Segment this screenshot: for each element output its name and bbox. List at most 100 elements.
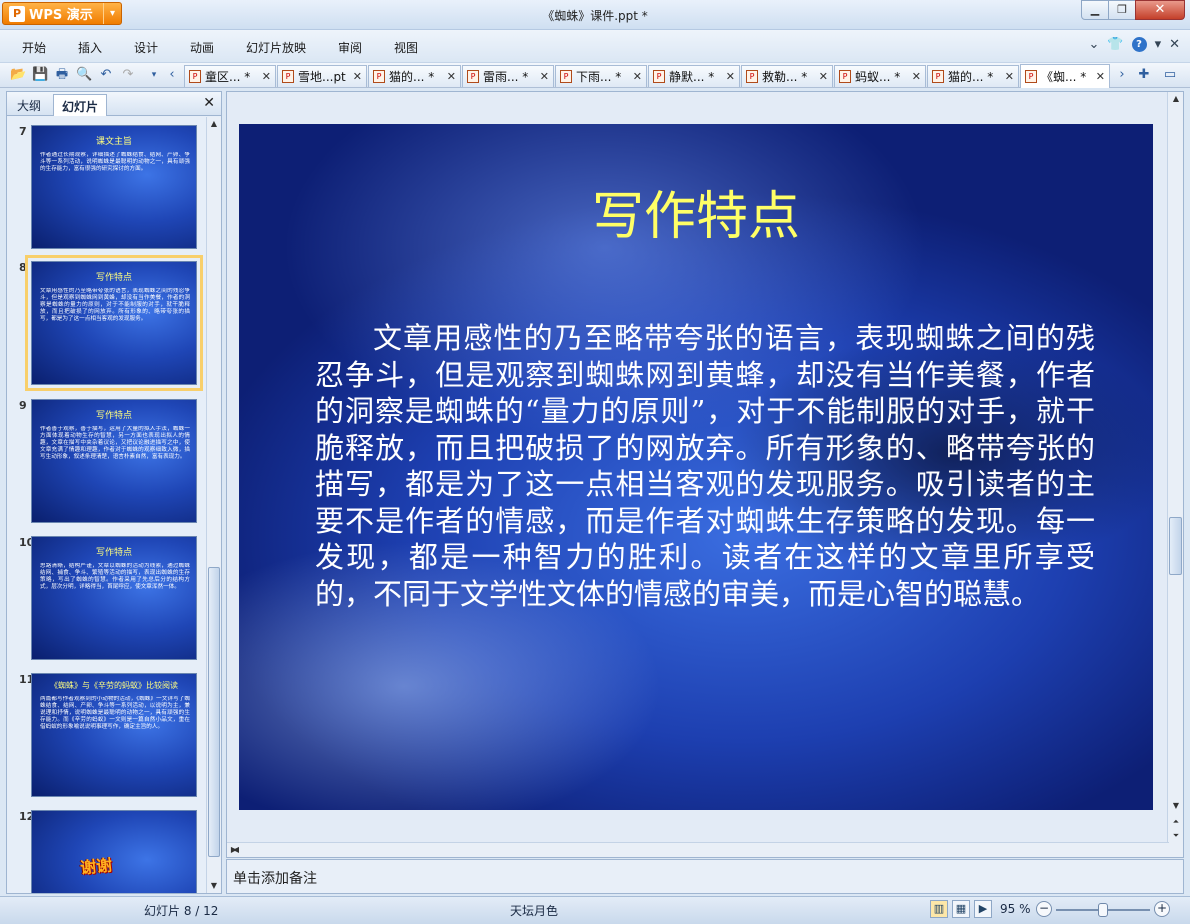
menu-animation[interactable]: 动画 (190, 39, 214, 56)
tab-scroll-right-icon[interactable]: › (1114, 67, 1130, 83)
tab-close-icon[interactable]: ✕ (443, 70, 456, 83)
save-icon[interactable]: 💾 (32, 67, 48, 83)
horizontal-scrollbar[interactable]: ◀ ▶ (227, 842, 1169, 857)
maximize-button[interactable]: ❐ (1108, 0, 1136, 20)
tab-close-icon[interactable]: ✕ (1092, 70, 1105, 83)
slide-title[interactable]: 写作特点 (239, 174, 1153, 249)
thank-you-wordart: 谢谢 (79, 855, 114, 878)
thumbnail-number: 8 (19, 261, 27, 274)
scrollbar-thumb[interactable] (1169, 517, 1182, 575)
slides-panel: 大纲 幻灯片 ✕ 7 课文主旨 作者通过长期观察，详细描述了蜘蛛结食、结网、产卵… (6, 91, 222, 894)
tab-close-icon[interactable]: ✕ (722, 70, 735, 83)
slide-thumbnail-7[interactable]: 课文主旨 作者通过长期观察，详细描述了蜘蛛结食、结网、产卵、争斗等一系列活动，说… (31, 125, 197, 249)
redo-icon[interactable]: ↷ (120, 67, 136, 83)
scroll-down-icon[interactable]: ▼ (207, 879, 221, 893)
doc-tab-5[interactable]: P 下雨... * ✕ (555, 65, 647, 87)
doc-tab-3[interactable]: P 猫的... * ✕ (368, 65, 461, 87)
ppt-file-icon: P (746, 70, 758, 83)
doc-tab-2[interactable]: P 雪地...pt ✕ (277, 65, 367, 87)
notes-pane[interactable]: 单击添加备注 (226, 859, 1184, 894)
tab-close-icon[interactable]: ✕ (908, 70, 921, 83)
status-bar: 幻灯片 8 / 12 天坛月色 ▥ ▦ ▶ 95 % − + (0, 896, 1190, 924)
slide-thumbnail-8[interactable]: 写作特点 文章用感性的乃至略带夸张的语言，表现蜘蛛之间的残忍争斗，但是观察到蜘蛛… (25, 255, 203, 391)
thumbnail-number: 7 (19, 125, 27, 138)
menu-design[interactable]: 设计 (134, 39, 158, 56)
tab-close-icon[interactable]: ✕ (629, 70, 642, 83)
tab-list-icon[interactable]: ▭ (1162, 67, 1178, 83)
slide-thumbnail-12[interactable]: 谢谢 (31, 810, 197, 893)
window-title: 《蜘蛛》课件.ppt * (542, 9, 648, 23)
thumbnail-body: 两篇都写作者观察到的小动物的活动，《蜘蛛》一文详写了蜘蛛结食、结网、产卵、争斗等… (40, 696, 190, 730)
thumbnail-list: 7 课文主旨 作者通过长期观察，详细描述了蜘蛛结食、结网、产卵、争斗等一系列活动… (7, 117, 205, 893)
ppt-file-icon: P (1025, 70, 1037, 83)
undo-icon[interactable]: ↶ (98, 67, 114, 83)
menu-slideshow[interactable]: 幻灯片放映 (246, 39, 306, 56)
vertical-scrollbar[interactable]: ▲ ▼ ⏶ ⏷ (1167, 92, 1183, 857)
menu-home[interactable]: 开始 (22, 39, 46, 56)
slide-editor: 写作特点 文章用感性的乃至略带夸张的语言，表现蜘蛛之间的残忍争斗，但是观察到蜘蛛… (226, 91, 1184, 858)
close-doc-icon[interactable]: ✕ (1169, 37, 1180, 52)
slide-thumbnail-10[interactable]: 写作特点 思路清晰，结构严谨，文章以蜘蛛的活动为线索，通过蜘蛛结网、捕食、争斗、… (31, 536, 197, 660)
doc-tab-7[interactable]: P 救勒... * ✕ (741, 65, 833, 87)
thumbnail-title: 写作特点 (95, 273, 132, 283)
menu-insert[interactable]: 插入 (78, 39, 102, 56)
customize-toolbar-icon[interactable]: ▾ (146, 67, 162, 83)
doc-tab-4[interactable]: P 雷雨... * ✕ (462, 65, 554, 87)
ppt-file-icon: P (467, 70, 479, 83)
print-icon[interactable]: 🖶 (54, 67, 70, 83)
doc-tab-6[interactable]: P 静默... * ✕ (648, 65, 740, 87)
menu-review[interactable]: 审阅 (338, 39, 362, 56)
slide-body-text[interactable]: 文章用感性的乃至略带夸张的语言，表现蜘蛛之间的残忍争斗，但是观察到蜘蛛网到黄蜂，… (315, 320, 1095, 612)
zoom-in-button[interactable]: + (1154, 901, 1170, 917)
print-preview-icon[interactable]: 🔍 (76, 67, 92, 83)
next-slide-icon[interactable]: ⏷ (1169, 829, 1183, 843)
normal-view-icon[interactable]: ▥ (930, 900, 948, 918)
thumbnail-body: 文章用感性的乃至略带夸张的语言，表现蜘蛛之间的残忍争斗，但是观察到蜘蛛网到黄蜂，… (40, 288, 190, 322)
tab-scroll-left-icon[interactable]: ‹ (164, 67, 180, 83)
chevron-down-icon[interactable]: ▾ (1155, 37, 1162, 52)
slideshow-icon[interactable]: ▶ (974, 900, 992, 918)
previous-slide-icon[interactable]: ⏶ (1169, 815, 1183, 829)
slide-sorter-icon[interactable]: ▦ (952, 900, 970, 918)
tab-close-icon[interactable]: ✕ (1001, 70, 1014, 83)
tab-close-icon[interactable]: ✕ (536, 70, 549, 83)
ppt-file-icon: P (839, 70, 851, 83)
thumbnail-title: 写作特点 (95, 548, 132, 558)
skin-icon[interactable]: 👕 (1107, 37, 1123, 52)
doc-tab-9[interactable]: P 猫的... * ✕ (927, 65, 1019, 87)
scrollbar-thumb[interactable] (208, 567, 220, 857)
close-icon[interactable]: ✕ (203, 95, 215, 111)
menu-view[interactable]: 视图 (394, 39, 418, 56)
thumbnail-body: 思路清晰，结构严谨，文章以蜘蛛的活动为线索，通过蜘蛛结网、捕食、争斗、繁殖等活动… (40, 563, 190, 590)
thumbnail-scrollbar[interactable]: ▲ ▼ (206, 117, 221, 893)
open-icon[interactable]: 📂 (10, 67, 26, 83)
scroll-down-icon[interactable]: ▼ (1169, 799, 1183, 813)
help-icon[interactable]: ? (1131, 37, 1147, 52)
zoom-slider-handle[interactable] (1098, 903, 1108, 917)
slide-thumbnail-9[interactable]: 写作特点 作者善于观察，善于描写，运用了大量的拟人手法，蜘蛛一方面体现着动物生存… (31, 399, 197, 523)
doc-tab-8[interactable]: P 蚂蚁... * ✕ (834, 65, 926, 87)
scroll-up-icon[interactable]: ▲ (207, 117, 221, 131)
tab-close-icon[interactable]: ✕ (258, 70, 271, 83)
current-slide[interactable]: 写作特点 文章用感性的乃至略带夸张的语言，表现蜘蛛之间的残忍争斗，但是观察到蜘蛛… (239, 124, 1153, 810)
new-tab-icon[interactable]: ✚ (1136, 67, 1152, 83)
doc-tab-active[interactable]: P 《蜘... * ✕ (1020, 64, 1110, 88)
ppt-file-icon: P (282, 70, 294, 83)
ppt-file-icon: P (932, 70, 944, 83)
tab-slides[interactable]: 幻灯片 (53, 94, 108, 116)
slide-thumbnail-11[interactable]: 《蜘蛛》与《辛劳的蚂蚁》比较阅读 两篇都写作者观察到的小动物的活动，《蜘蛛》一文… (31, 673, 197, 797)
scroll-up-icon[interactable]: ▲ (1169, 92, 1183, 106)
ppt-file-icon: P (653, 70, 665, 83)
zoom-out-button[interactable]: − (1036, 901, 1052, 917)
minimize-button[interactable]: ▁ (1081, 0, 1109, 20)
doc-tab-1[interactable]: P 童区... * ✕ (184, 65, 276, 87)
ribbon-collapse-icon[interactable]: ⌄ (1088, 37, 1099, 52)
close-button[interactable]: ✕ (1135, 0, 1185, 20)
panel-header: 大纲 幻灯片 ✕ (7, 92, 221, 116)
thumbnail-title: 写作特点 (95, 411, 132, 421)
tab-close-icon[interactable]: ✕ (815, 70, 828, 83)
thumbnail-body: 作者善于观察，善于描写，运用了大量的拟人手法，蜘蛛一方面体现着动物生存的智慧，另… (40, 426, 190, 460)
tab-close-icon[interactable]: ✕ (349, 70, 362, 83)
tab-outline[interactable]: 大纲 (9, 94, 49, 116)
scroll-right-icon[interactable]: ▶ (227, 843, 241, 857)
